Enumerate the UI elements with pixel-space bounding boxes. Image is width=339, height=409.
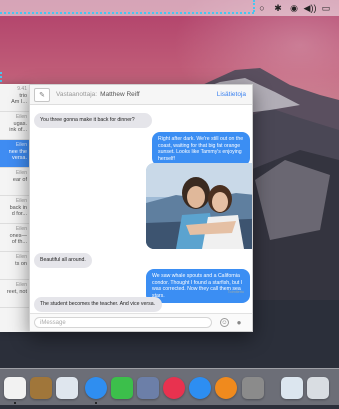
microphone-icon: ● (236, 318, 242, 327)
photo-image (146, 163, 252, 249)
message-bubble-incoming: Beautiful all around. (34, 253, 92, 268)
callout-line-right (253, 0, 255, 12)
downloads-icon[interactable] (281, 377, 303, 399)
system-preferences-icon[interactable] (242, 377, 264, 399)
photo-attachment[interactable] (146, 163, 252, 249)
microphone-button[interactable]: ● (235, 317, 243, 328)
message-bubble-outgoing: Right after dark. We're still out on the… (152, 132, 250, 167)
message-bubble-incoming: You three gonna make it back for dinner? (34, 113, 152, 128)
conversation-item[interactable]: Eilen ts on (0, 252, 29, 280)
compose-button[interactable]: ✎ (34, 87, 50, 102)
recipient-label: Vastaanottaja: (56, 91, 98, 98)
trash-icon[interactable] (307, 377, 329, 399)
photos-icon[interactable] (137, 377, 159, 399)
safari-icon[interactable] (85, 377, 107, 399)
conversation-item[interactable]: Eilen ear of (0, 168, 29, 196)
ibooks-icon[interactable] (215, 377, 237, 399)
conversation-item-selected[interactable]: Eilen nee the versa. (0, 140, 29, 168)
messages-window: ✎ Vastaanottaja: Matthew Reiff Lisätieto… (29, 84, 253, 332)
emoji-icon: ☺ (221, 320, 228, 326)
emoji-button[interactable]: ☺ (220, 318, 229, 327)
delivered-status: Toimitettu (227, 290, 244, 294)
conversation-item[interactable]: Eilen ugas. ink of... (0, 112, 29, 140)
message-bubble-incoming: The student becomes the teacher. And vic… (34, 297, 162, 312)
bluetooth-icon[interactable]: ✱ (273, 3, 283, 13)
callout-line-left (0, 72, 2, 82)
compose-bar: iMessage ☺ ● (30, 313, 252, 331)
facetime-icon[interactable] (111, 377, 133, 399)
volume-icon[interactable]: ◀)) (304, 3, 317, 13)
dock (0, 368, 339, 405)
message-input[interactable]: iMessage (34, 317, 212, 328)
finder-icon[interactable] (4, 377, 26, 399)
message-bubble-outgoing: We saw whale spouts and a California con… (146, 269, 250, 304)
details-link[interactable]: Lisätietoja (217, 91, 246, 98)
itunes-icon[interactable] (163, 377, 185, 399)
spotlight-icon[interactable]: ○ (257, 3, 267, 13)
conversation-item[interactable]: Eilen reet, not (0, 280, 29, 308)
recipient-name[interactable]: Matthew Reiff (100, 91, 140, 98)
preview-icon[interactable] (56, 377, 78, 399)
wifi-icon[interactable]: ◉ (289, 3, 299, 13)
compose-icon: ✎ (39, 91, 45, 99)
app-store-icon[interactable] (189, 377, 211, 399)
conversation-list: 9.41 trio Am I... Eilen ugas. ink of... Ei… (0, 84, 30, 332)
conversation-transcript[interactable]: You three gonna make it back for dinner?… (30, 105, 252, 315)
conversation-item[interactable]: 9.41 trio Am I... (0, 84, 29, 112)
callout-line-top (0, 12, 254, 14)
contacts-icon[interactable] (30, 377, 52, 399)
title-bar: ✎ Vastaanottaja: Matthew Reiff Lisätieto… (30, 85, 252, 105)
conversation-item[interactable]: Eilen ones— of th... (0, 224, 29, 252)
running-indicator (14, 402, 16, 404)
conversation-item[interactable]: Eilen back in d for... (0, 196, 29, 224)
battery-icon[interactable]: ▭ (321, 3, 331, 13)
running-indicator (95, 402, 97, 404)
